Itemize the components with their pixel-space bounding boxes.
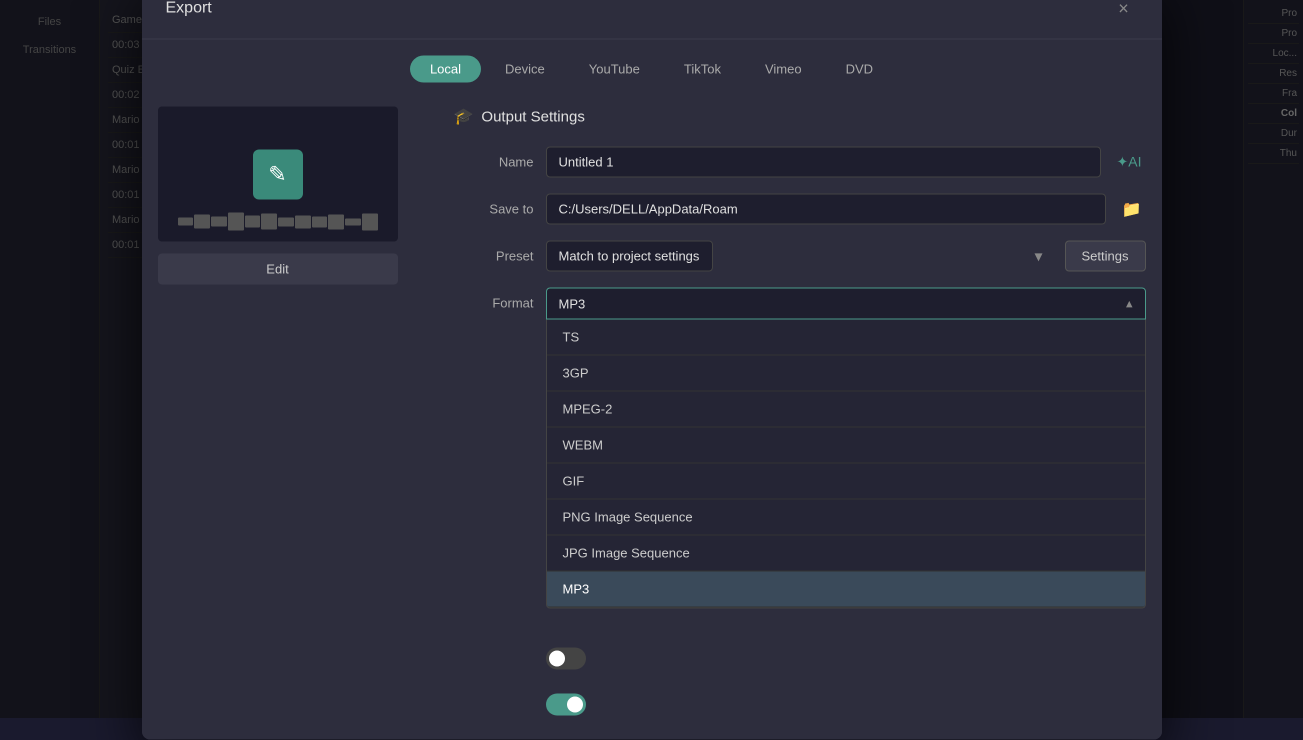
dialog-body: ✎ Edit — [142, 91, 1162, 740]
waveform-bar — [245, 216, 261, 228]
name-input[interactable] — [546, 147, 1101, 178]
tab-youtube[interactable]: YouTube — [569, 56, 660, 83]
format-option-ts[interactable]: TS — [547, 320, 1145, 356]
output-settings-icon: 🎓 — [454, 107, 474, 127]
name-label: Name — [454, 155, 534, 170]
preset-wrapper: Match to project settings — [546, 241, 1053, 272]
format-option-png-seq[interactable]: PNG Image Sequence — [547, 500, 1145, 536]
format-option-mp3[interactable]: MP3 — [547, 572, 1145, 608]
waveform-bar — [312, 216, 328, 227]
toggle-2[interactable] — [546, 694, 586, 716]
settings-button[interactable]: Settings — [1065, 241, 1146, 272]
preview-panel: ✎ Edit — [158, 107, 438, 724]
waveform-bar — [295, 215, 311, 228]
toggle-1[interactable] — [546, 648, 586, 670]
preset-select[interactable]: Match to project settings — [546, 241, 713, 272]
ai-icon: ✦AI — [1117, 153, 1142, 169]
format-wrapper: MP3 ▴ TS 3GP MPEG-2 WEBM GIF PNG Image S… — [546, 288, 1146, 320]
format-option-jpg-seq[interactable]: JPG Image Sequence — [547, 536, 1145, 572]
settings-header-label: Output Settings — [481, 108, 584, 125]
waveform-bar — [228, 213, 244, 231]
ai-rename-button[interactable]: ✦AI — [1113, 149, 1146, 175]
browse-folder-button[interactable]: 📁 — [1118, 195, 1146, 223]
format-option-mpeg2[interactable]: MPEG-2 — [547, 392, 1145, 428]
settings-panel: 🎓 Output Settings Name ✦AI Save to 📁 — [454, 107, 1146, 724]
format-select-display[interactable]: MP3 ▴ — [546, 288, 1146, 320]
waveform-bar — [261, 214, 277, 230]
toggle-1-thumb — [549, 651, 565, 667]
tab-tiktok[interactable]: TikTok — [664, 56, 741, 83]
close-button[interactable]: × — [1110, 0, 1138, 23]
waveform-bar — [194, 215, 210, 229]
chevron-up-icon: ▴ — [1126, 296, 1133, 312]
save-to-input[interactable] — [546, 194, 1106, 225]
tab-local[interactable]: Local — [410, 56, 481, 83]
settings-header: 🎓 Output Settings — [454, 107, 1146, 127]
toggle-row-1 — [546, 640, 1146, 678]
toggle-2-thumb — [567, 697, 583, 713]
preset-label: Preset — [454, 249, 534, 264]
waveform-bar — [178, 218, 194, 226]
format-option-webm[interactable]: WEBM — [547, 428, 1145, 464]
tab-dvd[interactable]: DVD — [826, 56, 893, 83]
edit-button[interactable]: Edit — [158, 254, 398, 285]
dialog-header: Export × — [142, 0, 1162, 40]
preset-row: Preset Match to project settings Setting… — [454, 241, 1146, 272]
name-row: Name ✦AI — [454, 147, 1146, 178]
format-row: Format MP3 ▴ TS 3GP MPEG-2 WEBM GIF PNG … — [454, 288, 1146, 320]
dialog-title: Export — [166, 0, 212, 18]
tab-vimeo[interactable]: Vimeo — [745, 56, 822, 83]
folder-icon: 📁 — [1122, 201, 1142, 218]
export-dialog: Export × Local Device YouTube TikTok Vim… — [142, 0, 1162, 740]
preview-icon: ✎ — [253, 149, 303, 199]
waveform-bar — [278, 217, 294, 226]
waveform-bar — [211, 217, 227, 227]
preview-thumbnail: ✎ — [158, 107, 398, 242]
save-to-label: Save to — [454, 202, 534, 217]
waveform-bar — [328, 214, 344, 229]
waveform — [178, 212, 378, 232]
save-to-row: Save to 📁 — [454, 194, 1146, 225]
format-current-value: MP3 — [559, 296, 586, 311]
waveform-bar — [345, 218, 361, 225]
tab-device[interactable]: Device — [485, 56, 565, 83]
waveform-bar — [362, 213, 378, 230]
format-dropdown: TS 3GP MPEG-2 WEBM GIF PNG Image Sequenc… — [546, 320, 1146, 609]
format-option-gif[interactable]: GIF — [547, 464, 1145, 500]
dialog-tabs: Local Device YouTube TikTok Vimeo DVD — [142, 40, 1162, 91]
format-label: Format — [454, 296, 534, 311]
format-option-3gp[interactable]: 3GP — [547, 356, 1145, 392]
